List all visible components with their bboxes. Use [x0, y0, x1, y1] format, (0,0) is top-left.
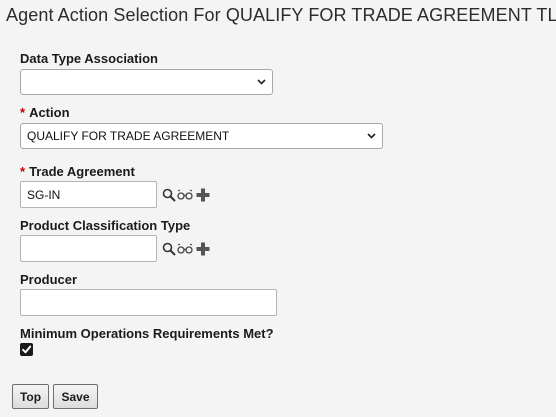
chevron-down-icon — [366, 131, 376, 141]
glasses-icon[interactable] — [177, 241, 193, 257]
producer-label: Producer — [20, 272, 78, 287]
action-select[interactable]: QUALIFY FOR TRADE AGREEMENT — [20, 123, 383, 149]
trade-agreement-label-text: Trade Agreement — [29, 164, 135, 179]
required-marker: * — [20, 105, 26, 120]
save-button[interactable]: Save — [53, 384, 98, 409]
data-type-association-label: Data Type Association — [20, 51, 158, 66]
trade-agreement-value: SG-IN — [27, 187, 61, 202]
product-classification-type-label: Product Classification Type — [20, 218, 191, 233]
page-title: Agent Action Selection For QUALIFY FOR T… — [6, 5, 556, 25]
top-button[interactable]: Top — [12, 384, 49, 409]
chevron-down-icon — [256, 77, 266, 87]
action-value: QUALIFY FOR TRADE AGREEMENT — [27, 129, 230, 143]
trade-agreement-input[interactable]: SG-IN — [20, 181, 157, 208]
action-label: * Action — [20, 105, 70, 120]
trade-agreement-label: * Trade Agreement — [20, 164, 135, 179]
plus-icon[interactable] — [195, 187, 211, 203]
minimum-operations-label: Minimum Operations Requirements Met? — [20, 326, 274, 341]
search-icon[interactable] — [161, 241, 177, 257]
action-label-text: Action — [29, 105, 70, 120]
checkmark-icon — [21, 344, 32, 355]
minimum-operations-checkbox[interactable] — [20, 343, 33, 356]
product-classification-type-input[interactable] — [20, 235, 157, 262]
data-type-association-select[interactable] — [20, 69, 273, 95]
plus-icon[interactable] — [195, 241, 211, 257]
required-marker: * — [20, 164, 26, 179]
search-icon[interactable] — [161, 187, 177, 203]
producer-input[interactable] — [20, 289, 277, 316]
glasses-icon[interactable] — [177, 187, 193, 203]
